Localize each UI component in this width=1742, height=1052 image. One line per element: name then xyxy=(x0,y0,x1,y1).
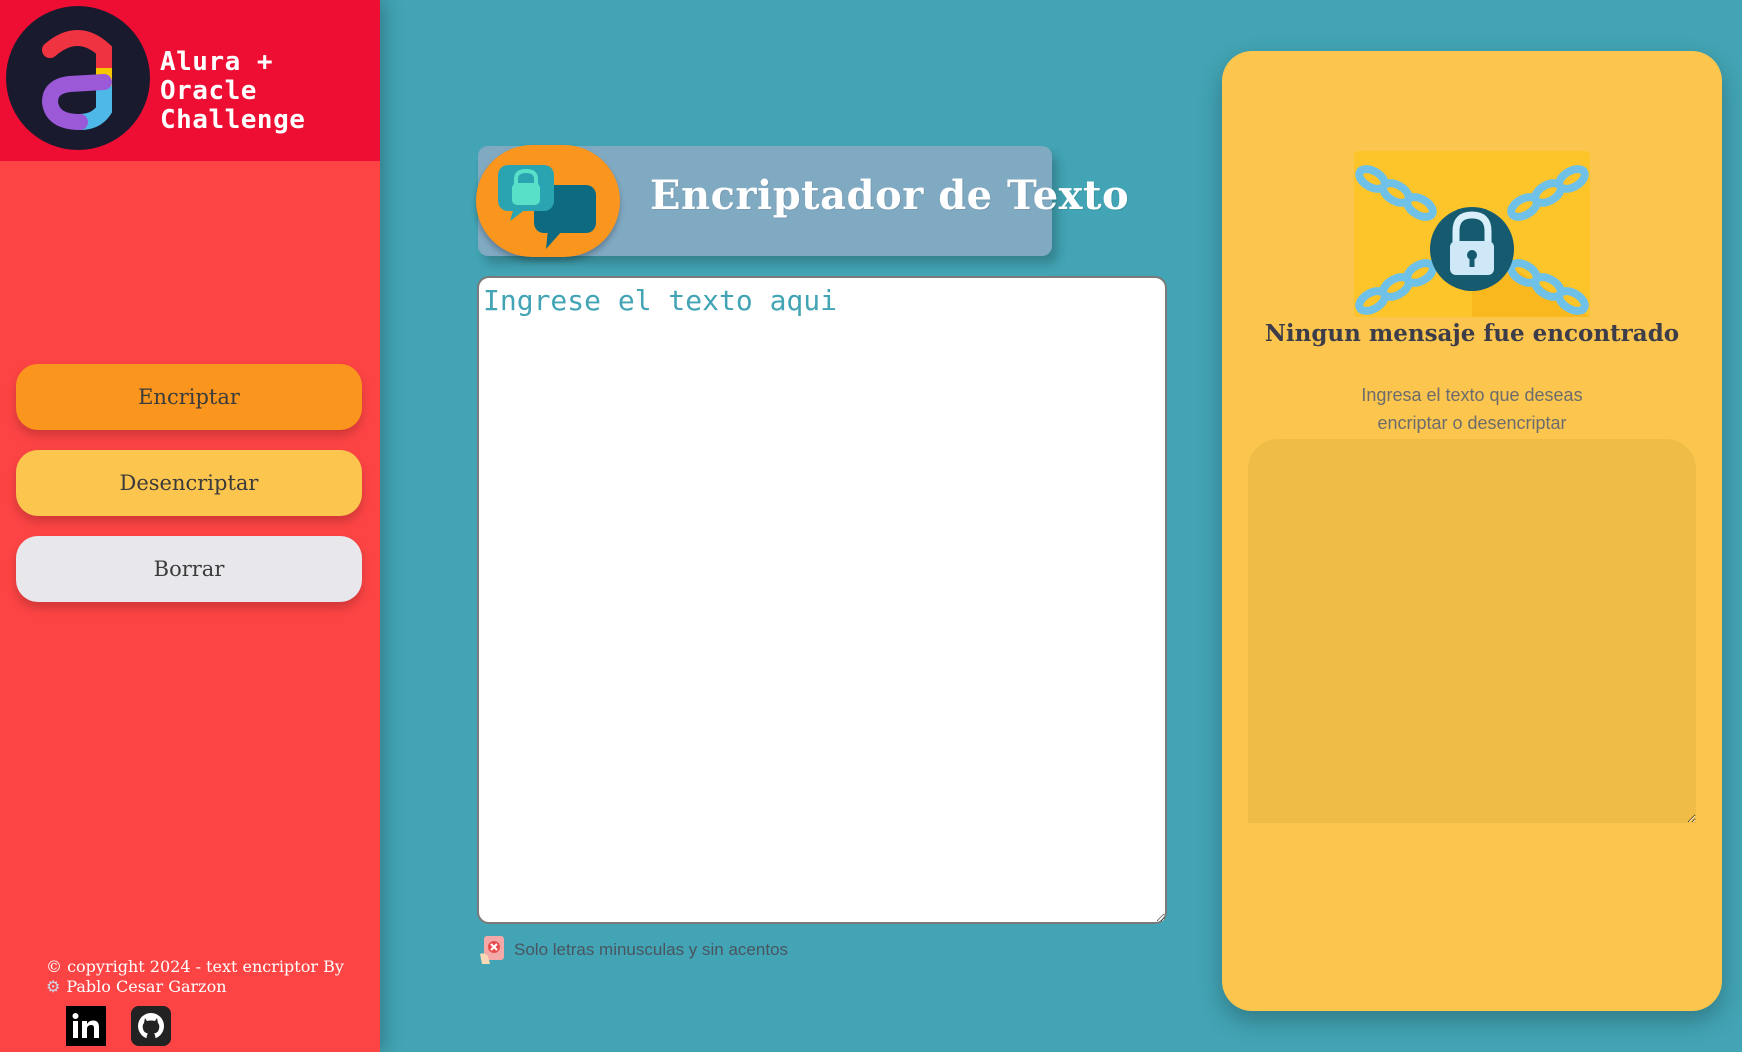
result-output[interactable] xyxy=(1248,439,1696,823)
warning-hand-icon xyxy=(480,936,504,964)
alura-logo-icon[interactable] xyxy=(6,6,150,150)
brand-line-1: Alura + Oracle xyxy=(160,47,274,106)
linkedin-icon[interactable] xyxy=(66,1006,106,1046)
page-title: Encriptador de Texto xyxy=(650,172,1130,219)
gear-icon: ⚙ xyxy=(46,977,61,996)
chat-lock-icon xyxy=(476,145,620,257)
clear-button[interactable]: Borrar xyxy=(16,536,362,602)
hint-text: Solo letras minusculas y sin acentos xyxy=(514,940,789,959)
author-name: Pablo Cesar Garzon xyxy=(66,977,227,996)
result-panel: Ningun mensaje fue encontrado Ingresa el… xyxy=(1222,51,1722,1011)
text-input[interactable] xyxy=(477,276,1167,924)
github-icon[interactable] xyxy=(131,1006,171,1046)
decrypt-button[interactable]: Desencriptar xyxy=(16,450,362,516)
empty-result-description: Ingresa el texto que deseas encriptar o … xyxy=(1361,385,1583,433)
input-hint: Solo letras minusculas y sin acentos xyxy=(478,934,788,966)
brand-title: Alura + Oracle Challenge xyxy=(160,48,380,135)
sidebar: Alura + Oracle Challenge Encriptar Desen… xyxy=(0,0,380,1052)
encrypt-button[interactable]: Encriptar xyxy=(16,364,362,430)
empty-result-title: Ningun mensaje fue encontrado xyxy=(1264,320,1680,347)
sidebar-header: Alura + Oracle Challenge xyxy=(0,0,380,161)
copyright-text: © copyright 2024 - text encriptor By xyxy=(46,957,344,976)
locked-folder-icon xyxy=(1354,151,1590,317)
brand-line-2: Challenge xyxy=(160,105,306,135)
copyright-footer: © copyright 2024 - text encriptor By ⚙ Pa… xyxy=(46,957,366,997)
author-line: ⚙ Pablo Cesar Garzon xyxy=(46,977,366,997)
